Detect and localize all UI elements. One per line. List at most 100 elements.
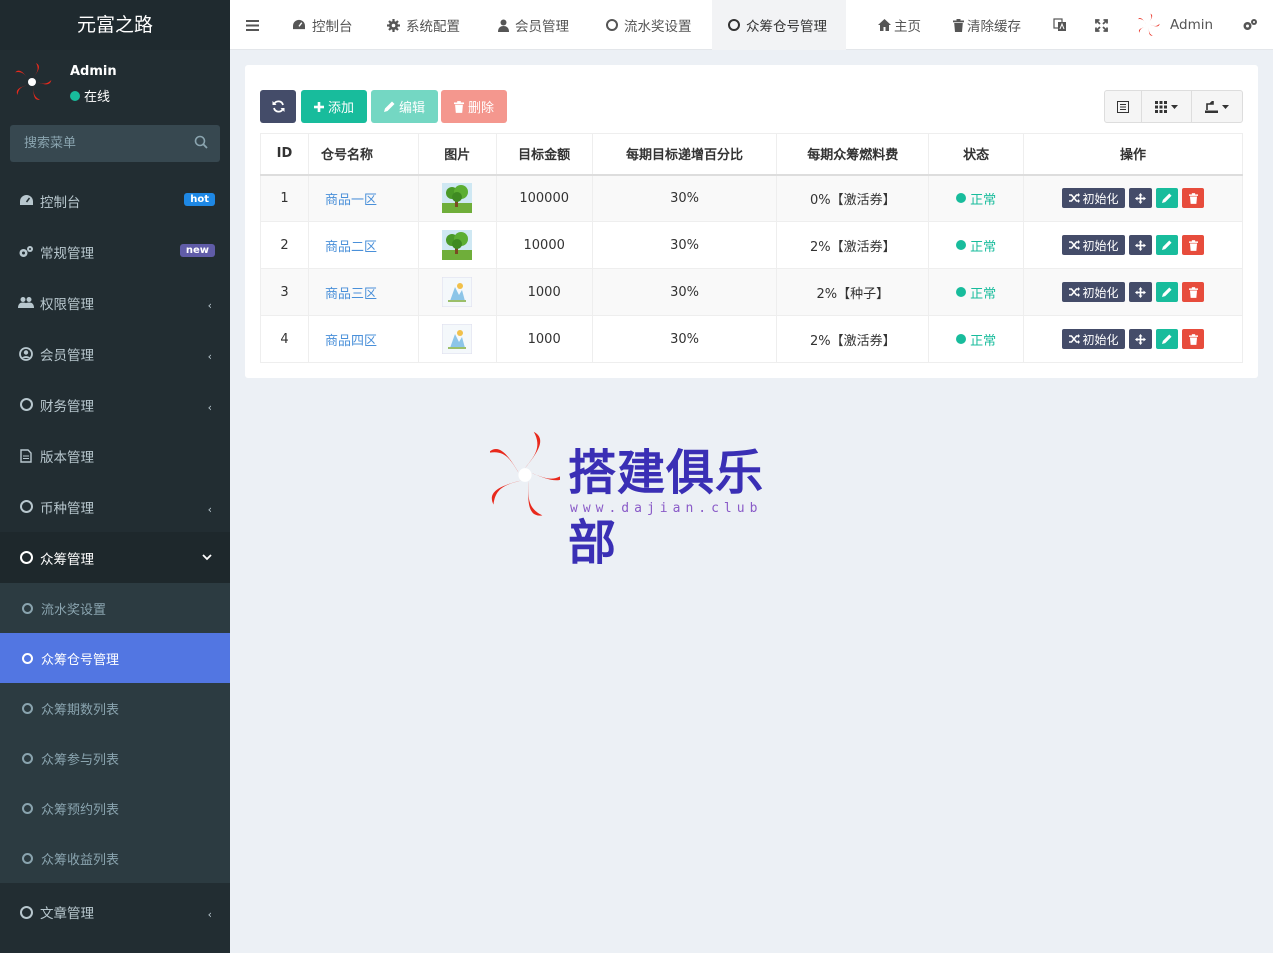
move-icon	[1135, 239, 1147, 251]
row-edit-button[interactable]	[1156, 235, 1179, 255]
user-name: Admin	[70, 64, 117, 79]
sidebar-item-label: 众筹管理	[40, 551, 94, 568]
column-header[interactable]: 仓号名称	[307, 133, 419, 176]
add-button[interactable]: 添加	[301, 90, 367, 123]
sidebar-subitem-flow-reward[interactable]: 流水奖设置	[0, 583, 230, 633]
refresh-button[interactable]	[260, 90, 296, 123]
language-button[interactable]	[1053, 0, 1067, 50]
pencil-icon	[383, 101, 395, 112]
column-header[interactable]: ID	[260, 133, 309, 176]
init-button[interactable]: 初始化	[1062, 188, 1126, 209]
settings-button[interactable]	[1242, 0, 1258, 50]
new-badge: new	[179, 244, 215, 257]
drag-button[interactable]	[1129, 188, 1153, 209]
sidebar-subitem-earnings[interactable]: 众筹收益列表	[0, 833, 230, 883]
toggle-view-button[interactable]	[1105, 91, 1142, 122]
column-header[interactable]: 每期目标递增百分比	[591, 133, 778, 176]
init-button[interactable]: 初始化	[1062, 329, 1126, 349]
caret-down-icon	[1222, 104, 1229, 109]
row-delete-button[interactable]	[1182, 329, 1205, 349]
edit-button[interactable]: 编辑	[371, 90, 438, 123]
table-row[interactable]: 2 商品二区 10000 30% 2%【激活券】 正常 初始化	[260, 221, 1243, 269]
table-row[interactable]: 1 商品一区 100000 30% 0%【激活券】 正常 初始化	[260, 174, 1243, 222]
warehouse-name-link[interactable]: 商品二区	[325, 240, 377, 255]
grid-icon	[1155, 100, 1167, 113]
sidebar: 元富之路 Admin 在线 控制台 hot	[0, 0, 230, 953]
sketch-thumbnail-icon	[442, 277, 473, 307]
home-link[interactable]: 主页	[878, 0, 921, 50]
search-input[interactable]	[10, 125, 220, 162]
app-title[interactable]: 元富之路	[0, 0, 230, 50]
drag-button[interactable]	[1129, 329, 1153, 349]
column-header[interactable]: 目标金额	[495, 133, 593, 176]
cell-image[interactable]	[417, 268, 497, 316]
table-row[interactable]: 4 商品四区 1000 30% 2%【激活券】 正常 初始化	[260, 315, 1243, 363]
tab-members[interactable]: 会员管理	[498, 0, 569, 50]
sidebar-item-members[interactable]: 会员管理 ‹	[0, 328, 230, 379]
row-delete-button[interactable]	[1182, 282, 1205, 302]
cell-image[interactable]	[417, 174, 497, 222]
menu-toggle-button[interactable]	[246, 0, 259, 50]
init-label: 初始化	[1082, 285, 1119, 300]
warehouse-name-link[interactable]: 商品四区	[325, 334, 377, 349]
drag-button[interactable]	[1129, 282, 1153, 302]
column-header[interactable]: 图片	[417, 133, 497, 176]
cell-status: 正常	[928, 315, 1025, 363]
sidebar-subitem-reservation[interactable]: 众筹预约列表	[0, 783, 230, 833]
export-button[interactable]	[1192, 91, 1242, 122]
delete-button[interactable]: 删除	[441, 90, 507, 123]
sidebar-subitem-warehouse[interactable]: 众筹仓号管理	[0, 633, 230, 683]
columns-button[interactable]	[1142, 91, 1192, 122]
tab-warehouse[interactable]: 众筹仓号管理	[712, 0, 846, 50]
move-icon	[1135, 286, 1147, 298]
fullscreen-button[interactable]	[1095, 0, 1108, 50]
table-header-row: ID 仓号名称 图片 目标金额 每期目标递增百分比 每期众筹燃料费 状态 操作	[260, 133, 1243, 176]
warehouse-table: ID 仓号名称 图片 目标金额 每期目标递增百分比 每期众筹燃料费 状态 操作 …	[260, 133, 1243, 363]
sidebar-item-general[interactable]: 常规管理 new	[0, 226, 230, 277]
row-delete-button[interactable]	[1182, 235, 1205, 255]
row-edit-button[interactable]	[1156, 188, 1179, 209]
cell-image[interactable]	[417, 315, 497, 363]
logo-icon	[15, 63, 52, 100]
refresh-icon	[272, 100, 284, 113]
trash-icon	[453, 100, 464, 113]
tab-flow-reward[interactable]: 流水奖设置	[606, 0, 692, 50]
sidebar-subitem-periods[interactable]: 众筹期数列表	[0, 683, 230, 733]
clear-cache-button[interactable]: 清除缓存	[953, 0, 1021, 50]
column-header[interactable]: 每期众筹燃料费	[776, 133, 930, 176]
sidebar-item-crowdfunding[interactable]: 众筹管理	[0, 532, 230, 583]
drag-button[interactable]	[1129, 235, 1153, 255]
tab-label: 流水奖设置	[624, 19, 692, 35]
sidebar-item-permission[interactable]: 权限管理 ‹	[0, 277, 230, 328]
cell-image[interactable]	[417, 221, 497, 269]
sidebar-item-currency[interactable]: 币种管理 ‹	[0, 481, 230, 532]
sidebar-item-articles[interactable]: 文章管理 ‹	[0, 883, 230, 941]
chevron-left-icon: ‹	[207, 401, 212, 414]
sidebar-item-version[interactable]: 版本管理	[0, 430, 230, 481]
cell-ops: 初始化	[1023, 174, 1243, 222]
admin-menu[interactable]: Admin	[1136, 0, 1213, 50]
column-header[interactable]: 操作	[1023, 133, 1243, 176]
row-delete-button[interactable]	[1182, 188, 1205, 209]
sidebar-item-finance[interactable]: 财务管理 ‹	[0, 379, 230, 430]
table-row[interactable]: 3 商品三区 1000 30% 2%【种子】 正常 初始化	[260, 268, 1243, 316]
crowdfunding-submenu: 流水奖设置 众筹仓号管理 众筹期数列表 众筹参与列表 众筹预约列表 众筹收益列表	[0, 583, 230, 883]
warehouse-name-link[interactable]: 商品三区	[325, 287, 377, 302]
init-button[interactable]: 初始化	[1062, 235, 1126, 255]
status-label: 正常	[970, 333, 997, 349]
sidebar-subitem-label: 众筹仓号管理	[41, 652, 120, 668]
status-dot-icon	[956, 193, 967, 204]
row-edit-button[interactable]	[1156, 282, 1179, 302]
row-edit-button[interactable]	[1156, 329, 1179, 349]
search-icon[interactable]	[194, 135, 208, 149]
init-button[interactable]: 初始化	[1062, 282, 1126, 302]
sidebar-subitem-participation[interactable]: 众筹参与列表	[0, 733, 230, 783]
sidebar-item-label: 文章管理	[40, 906, 94, 922]
warehouse-name-link[interactable]: 商品一区	[325, 193, 377, 208]
tab-system-config[interactable]: 系统配置	[387, 0, 460, 50]
column-header[interactable]: 状态	[928, 133, 1025, 176]
tab-dashboard[interactable]: 控制台	[292, 0, 353, 50]
shuffle-icon	[1068, 193, 1080, 204]
sidebar-item-dashboard[interactable]: 控制台 hot	[0, 175, 230, 226]
init-label: 初始化	[1082, 238, 1119, 253]
